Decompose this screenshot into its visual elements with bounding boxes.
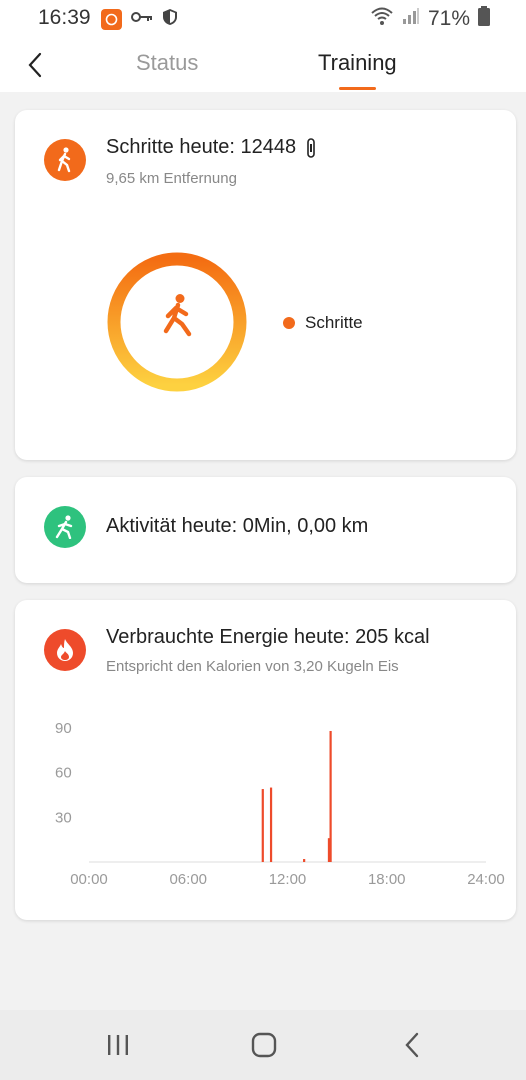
- chevron-left-icon: [28, 52, 42, 78]
- y-tick-label: 30: [55, 809, 72, 826]
- energy-card[interactable]: Verbrauchte Energie heute: 205 kcal Ents…: [15, 600, 516, 920]
- system-nav-bar: [0, 1010, 526, 1080]
- status-bar: 16:39 71%: [0, 0, 526, 38]
- wifi-icon: [370, 6, 394, 31]
- legend-dot: [283, 317, 295, 329]
- y-tick-label: 60: [55, 765, 72, 782]
- energy-chart: 30 60 90 00:00 06:00 12:00 18:00 24:00: [55, 720, 505, 888]
- vpn-key-icon: [131, 10, 153, 29]
- steps-card[interactable]: Schritte heute: 12448 9,65 km Entfernung…: [15, 110, 516, 460]
- back-icon: [405, 1032, 419, 1058]
- back-button[interactable]: [18, 48, 52, 82]
- x-tick-label: 12:00: [269, 871, 307, 888]
- battery-icon: [478, 6, 490, 31]
- steps-legend: Schritte: [283, 313, 363, 333]
- walking-icon: [44, 139, 86, 181]
- running-icon: [44, 506, 86, 548]
- walking-figure-icon: [163, 294, 192, 337]
- chart-bar: [303, 859, 306, 862]
- activity-card[interactable]: Aktivität heute: 0Min, 0,00 km: [15, 477, 516, 583]
- chart-bar: [329, 730, 332, 862]
- steps-distance: 9,65 km Entfernung: [106, 170, 237, 187]
- steps-progress-ring: [107, 252, 247, 392]
- chart-bar: [269, 787, 273, 862]
- x-tick-label: 06:00: [169, 871, 207, 888]
- battery-level: 71%: [427, 6, 470, 30]
- x-tick-label: 00:00: [70, 871, 108, 888]
- recent-apps-button[interactable]: [98, 1028, 138, 1062]
- app-notification-icon: [101, 9, 122, 30]
- system-back-button[interactable]: [392, 1028, 432, 1062]
- activity-title: Aktivität heute: 0Min, 0,00 km: [106, 515, 369, 537]
- x-tick-label: 24:00: [467, 871, 505, 888]
- y-tick-label: 90: [55, 720, 72, 737]
- status-time: 16:39: [38, 6, 91, 29]
- shield-icon: [162, 8, 178, 31]
- home-button[interactable]: [244, 1028, 284, 1062]
- tab-training[interactable]: Training: [318, 50, 397, 76]
- band-device-icon: [307, 138, 315, 163]
- recent-apps-icon: [108, 1035, 128, 1055]
- x-tick-label: 18:00: [368, 871, 406, 888]
- tab-status[interactable]: Status: [136, 50, 198, 76]
- top-app-bar: Status Training: [0, 38, 526, 92]
- chart-bar: [261, 789, 264, 862]
- home-icon: [251, 1032, 277, 1058]
- signal-icon: [402, 7, 420, 30]
- legend-label: Schritte: [305, 313, 363, 332]
- steps-title: Schritte heute: 12448: [106, 136, 297, 158]
- active-tab-indicator: [339, 87, 376, 90]
